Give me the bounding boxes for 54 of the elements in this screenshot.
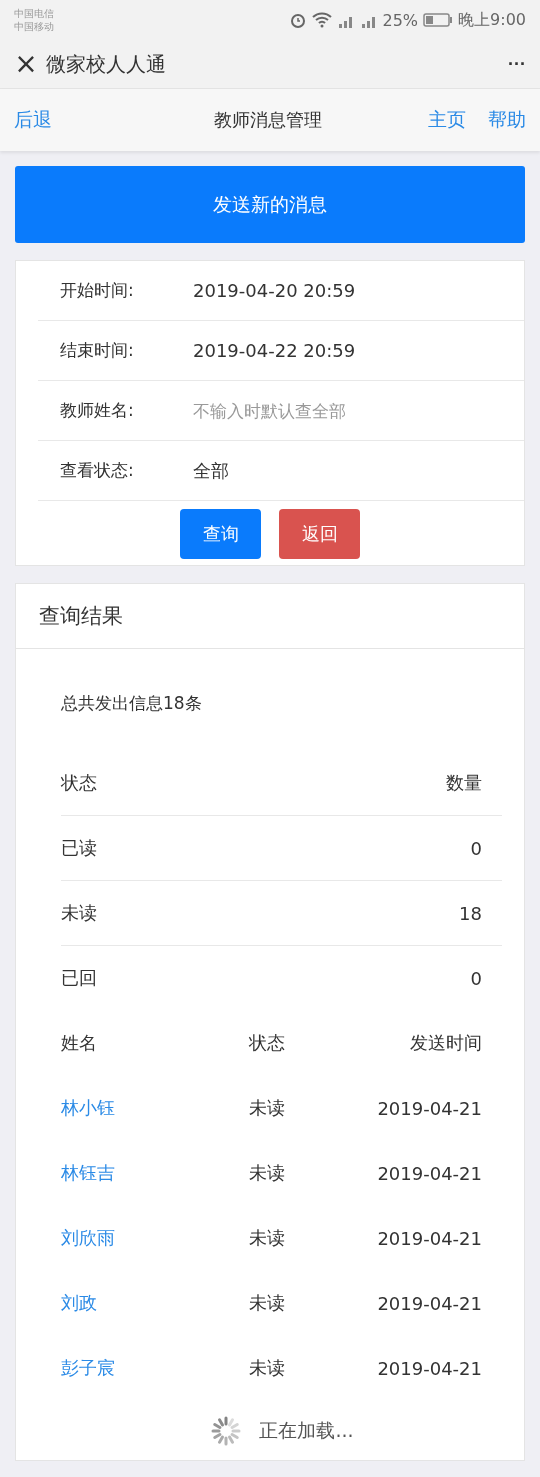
clock-time: 晚上9:00: [458, 9, 526, 31]
field-label: 开始时间:: [59, 279, 135, 302]
more-button[interactable]: ···: [508, 53, 526, 75]
summary-text: 总共发出信息18条: [61, 691, 203, 715]
table-cell: 2019-04-21: [377, 1292, 482, 1314]
table-cell-text: 未读: [249, 1161, 286, 1185]
field-label: 查看状态:: [59, 459, 135, 482]
column-header: 姓名: [61, 1031, 98, 1055]
table-cell: 已回: [61, 966, 97, 990]
wifi-icon: [311, 12, 332, 28]
nav-link[interactable]: 帮助: [488, 107, 526, 133]
table-cell: 18: [459, 902, 482, 924]
table-cell: 2019-04-21: [377, 1227, 482, 1249]
close-button[interactable]: ×: [14, 50, 38, 78]
return-button[interactable]: 返回: [279, 509, 360, 559]
table-cell: 0: [470, 837, 482, 859]
column-header: 状态: [249, 1031, 286, 1055]
field-label: 教师姓名:: [59, 399, 135, 422]
back-link[interactable]: 后退: [14, 107, 52, 133]
table-cell-text: 未读: [249, 1096, 286, 1120]
app-title: 微家校人人通: [46, 50, 167, 78]
table-cell: 2019-04-21: [377, 1162, 482, 1184]
teacher-name-link[interactable]: 林钰吉: [61, 1161, 249, 1185]
table-cell-text: 未读: [249, 1356, 286, 1380]
carrier-name: 中国移动: [14, 20, 54, 33]
column-header: 数量: [446, 771, 482, 795]
table-cell: 未读: [61, 901, 97, 925]
teacher-name-link[interactable]: 彭子宸: [61, 1356, 249, 1380]
battery-percent: 25%: [382, 10, 419, 30]
column-header: 发送时间: [410, 1031, 482, 1055]
input-field[interactable]: 不输入时默认查全部: [193, 400, 453, 421]
send-message-button[interactable]: 发送新的消息: [15, 166, 525, 243]
column-header: 状态: [61, 771, 97, 795]
loading-text: 正在加载...: [259, 1418, 354, 1443]
teacher-name-link[interactable]: 林小钰: [61, 1096, 249, 1120]
field-value[interactable]: 2019-04-20 20:59: [193, 280, 356, 301]
table-cell: 已读: [61, 836, 97, 860]
nav-link[interactable]: 主页: [428, 107, 466, 133]
table-cell: 2019-04-21: [377, 1357, 482, 1379]
teacher-name-link[interactable]: 刘政: [61, 1291, 249, 1315]
query-button[interactable]: 查询: [180, 509, 261, 559]
field-value[interactable]: 2019-04-22 20:59: [193, 340, 356, 361]
table-cell: 0: [470, 967, 482, 989]
teacher-name-link[interactable]: 刘欣雨: [61, 1226, 249, 1250]
alarm-icon: [288, 11, 307, 29]
page-title: 教师消息管理: [213, 108, 323, 132]
field-value[interactable]: 全部: [193, 458, 229, 483]
field-label: 结束时间:: [59, 339, 135, 362]
card-title: 查询结果: [39, 603, 123, 630]
table-cell-text: 未读: [249, 1291, 286, 1315]
table-cell-text: 未读: [249, 1226, 286, 1250]
carrier-name: 中国电信: [14, 7, 54, 20]
battery-icon: [423, 13, 454, 27]
table-cell: 2019-04-21: [377, 1097, 482, 1119]
